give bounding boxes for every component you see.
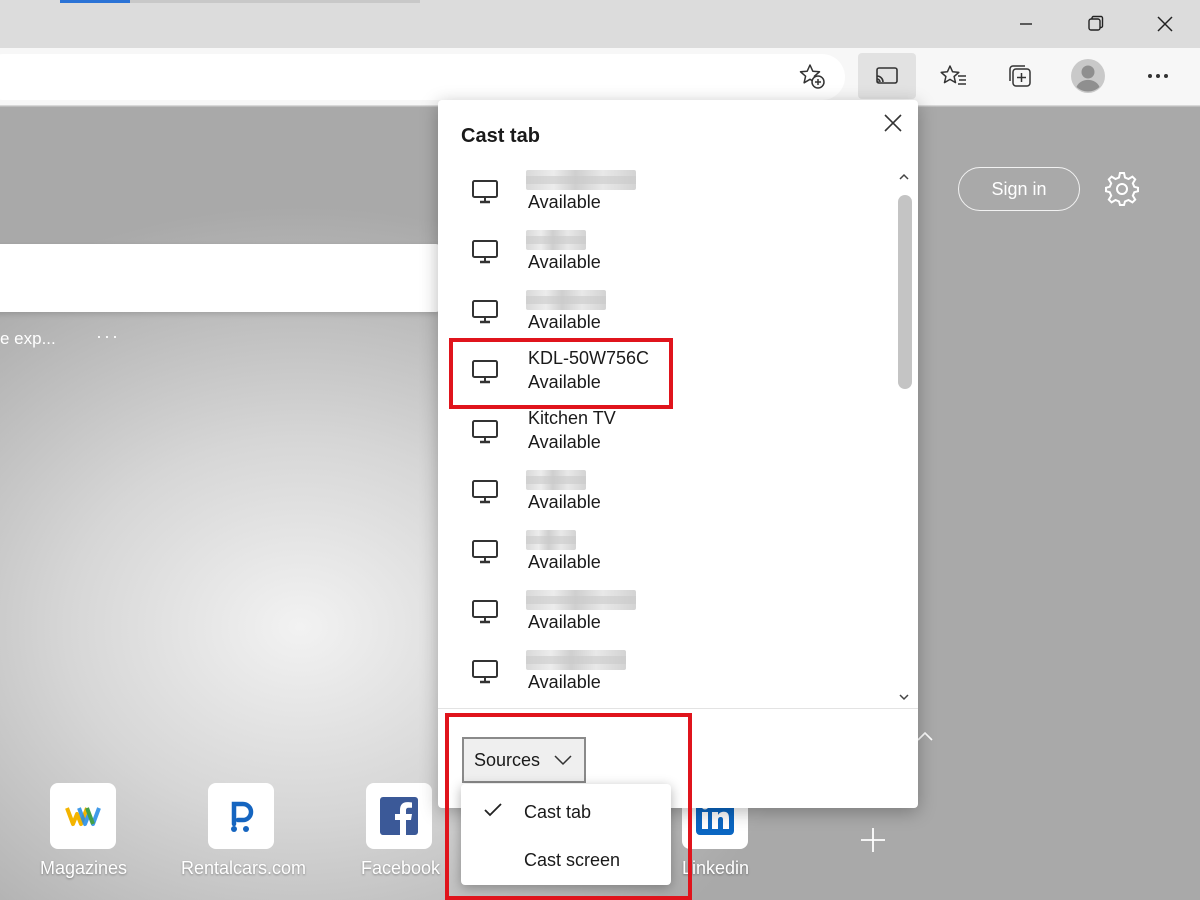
device-status: Available	[528, 192, 601, 212]
cast-device-item[interactable]: Available	[438, 465, 893, 525]
rentalcars-icon	[231, 801, 254, 832]
more-icon	[1148, 74, 1168, 78]
cast-close-button[interactable]	[878, 108, 908, 138]
sign-in-button[interactable]: Sign in	[958, 167, 1080, 211]
restore-icon	[1088, 15, 1104, 31]
close-icon	[884, 114, 902, 132]
cast-flyout: Cast tab Available Available Available K…	[438, 100, 918, 808]
favorites-button[interactable]	[932, 54, 976, 98]
cast-button[interactable]	[858, 53, 916, 99]
collections-button[interactable]	[998, 54, 1042, 98]
minimize-icon	[1020, 23, 1032, 25]
facebook-icon	[380, 797, 418, 835]
device-status: Available	[528, 252, 601, 272]
highlight-box-sources	[445, 713, 692, 900]
quick-link-label: Magazines	[40, 858, 128, 878]
chevron-down-icon	[899, 694, 909, 701]
scroll-up-button[interactable]	[897, 170, 911, 182]
window-close-button[interactable]	[1145, 6, 1185, 42]
monitor-icon	[472, 180, 498, 204]
plus-icon	[861, 828, 885, 852]
cast-device-item[interactable]: Available	[438, 525, 893, 585]
device-status: Available	[528, 312, 601, 332]
cast-device-item[interactable]: Available	[438, 165, 893, 225]
scrollbar-thumb[interactable]	[898, 195, 912, 389]
minimize-button[interactable]	[1006, 6, 1046, 42]
gear-icon	[1105, 172, 1139, 206]
monitor-icon	[472, 480, 498, 504]
browser-toolbar	[0, 48, 1200, 106]
scroll-down-button[interactable]	[897, 690, 911, 702]
monitor-icon	[472, 660, 498, 684]
address-bar[interactable]	[0, 54, 845, 100]
collections-icon	[1009, 65, 1031, 87]
add-shortcut-button[interactable]	[858, 825, 888, 855]
obscured-device-name	[526, 290, 606, 310]
monitor-icon	[472, 240, 498, 264]
favorites-icon	[940, 65, 966, 85]
inactive-tab[interactable]	[130, 0, 420, 3]
add-favorite-button[interactable]	[790, 54, 834, 98]
quick-link-magazines[interactable]	[50, 783, 116, 849]
close-icon	[1157, 16, 1173, 32]
cast-device-item-kitchen[interactable]: Kitchen TV Available	[438, 405, 893, 465]
cast-device-item[interactable]: Available	[438, 225, 893, 285]
title-bar	[0, 0, 1200, 48]
restore-button[interactable]	[1076, 6, 1116, 42]
obscured-device-name	[526, 530, 576, 550]
cast-icon	[876, 67, 898, 84]
device-status: Available	[528, 552, 601, 572]
cast-device-list: Available Available Available KDL-50W756…	[438, 165, 893, 707]
device-status: Available	[528, 672, 601, 692]
profile-icon	[1071, 59, 1105, 93]
quick-link-rentalcars[interactable]	[208, 783, 274, 849]
obscured-device-name	[526, 170, 636, 190]
monitor-icon	[472, 420, 498, 444]
search-box[interactable]	[0, 244, 440, 312]
cast-device-item[interactable]: Available	[438, 285, 893, 345]
add-favorite-icon	[799, 64, 825, 89]
chevron-up-icon	[899, 173, 909, 180]
monitor-icon	[472, 600, 498, 624]
magazines-icon	[65, 807, 101, 826]
news-snippet[interactable]: e exp...	[0, 329, 56, 349]
obscured-device-name	[526, 650, 626, 670]
quick-link-label: Linkedin	[682, 858, 750, 878]
flyout-divider	[438, 708, 918, 709]
highlight-box-device	[449, 338, 673, 409]
monitor-icon	[472, 300, 498, 324]
device-name: Kitchen TV	[528, 408, 616, 428]
device-status: Available	[528, 612, 601, 632]
device-status: Available	[528, 492, 601, 512]
cast-device-item[interactable]: Available	[438, 585, 893, 645]
cast-flyout-title: Cast tab	[461, 125, 540, 147]
monitor-icon	[472, 540, 498, 564]
obscured-device-name	[526, 590, 636, 610]
profile-button[interactable]	[1066, 54, 1110, 98]
device-status: Available	[528, 432, 601, 452]
obscured-device-name	[526, 470, 586, 490]
news-more-options[interactable]: ···	[96, 326, 120, 347]
active-tab-indicator[interactable]	[60, 0, 130, 3]
quick-link-label: Rentalcars.com	[181, 858, 307, 878]
obscured-device-name	[526, 230, 586, 250]
cast-device-item[interactable]: Available	[438, 645, 893, 705]
page-settings-button[interactable]	[1104, 171, 1140, 207]
more-button[interactable]	[1136, 54, 1180, 98]
quick-link-facebook[interactable]	[366, 783, 432, 849]
quick-link-label: Facebook	[361, 858, 441, 878]
